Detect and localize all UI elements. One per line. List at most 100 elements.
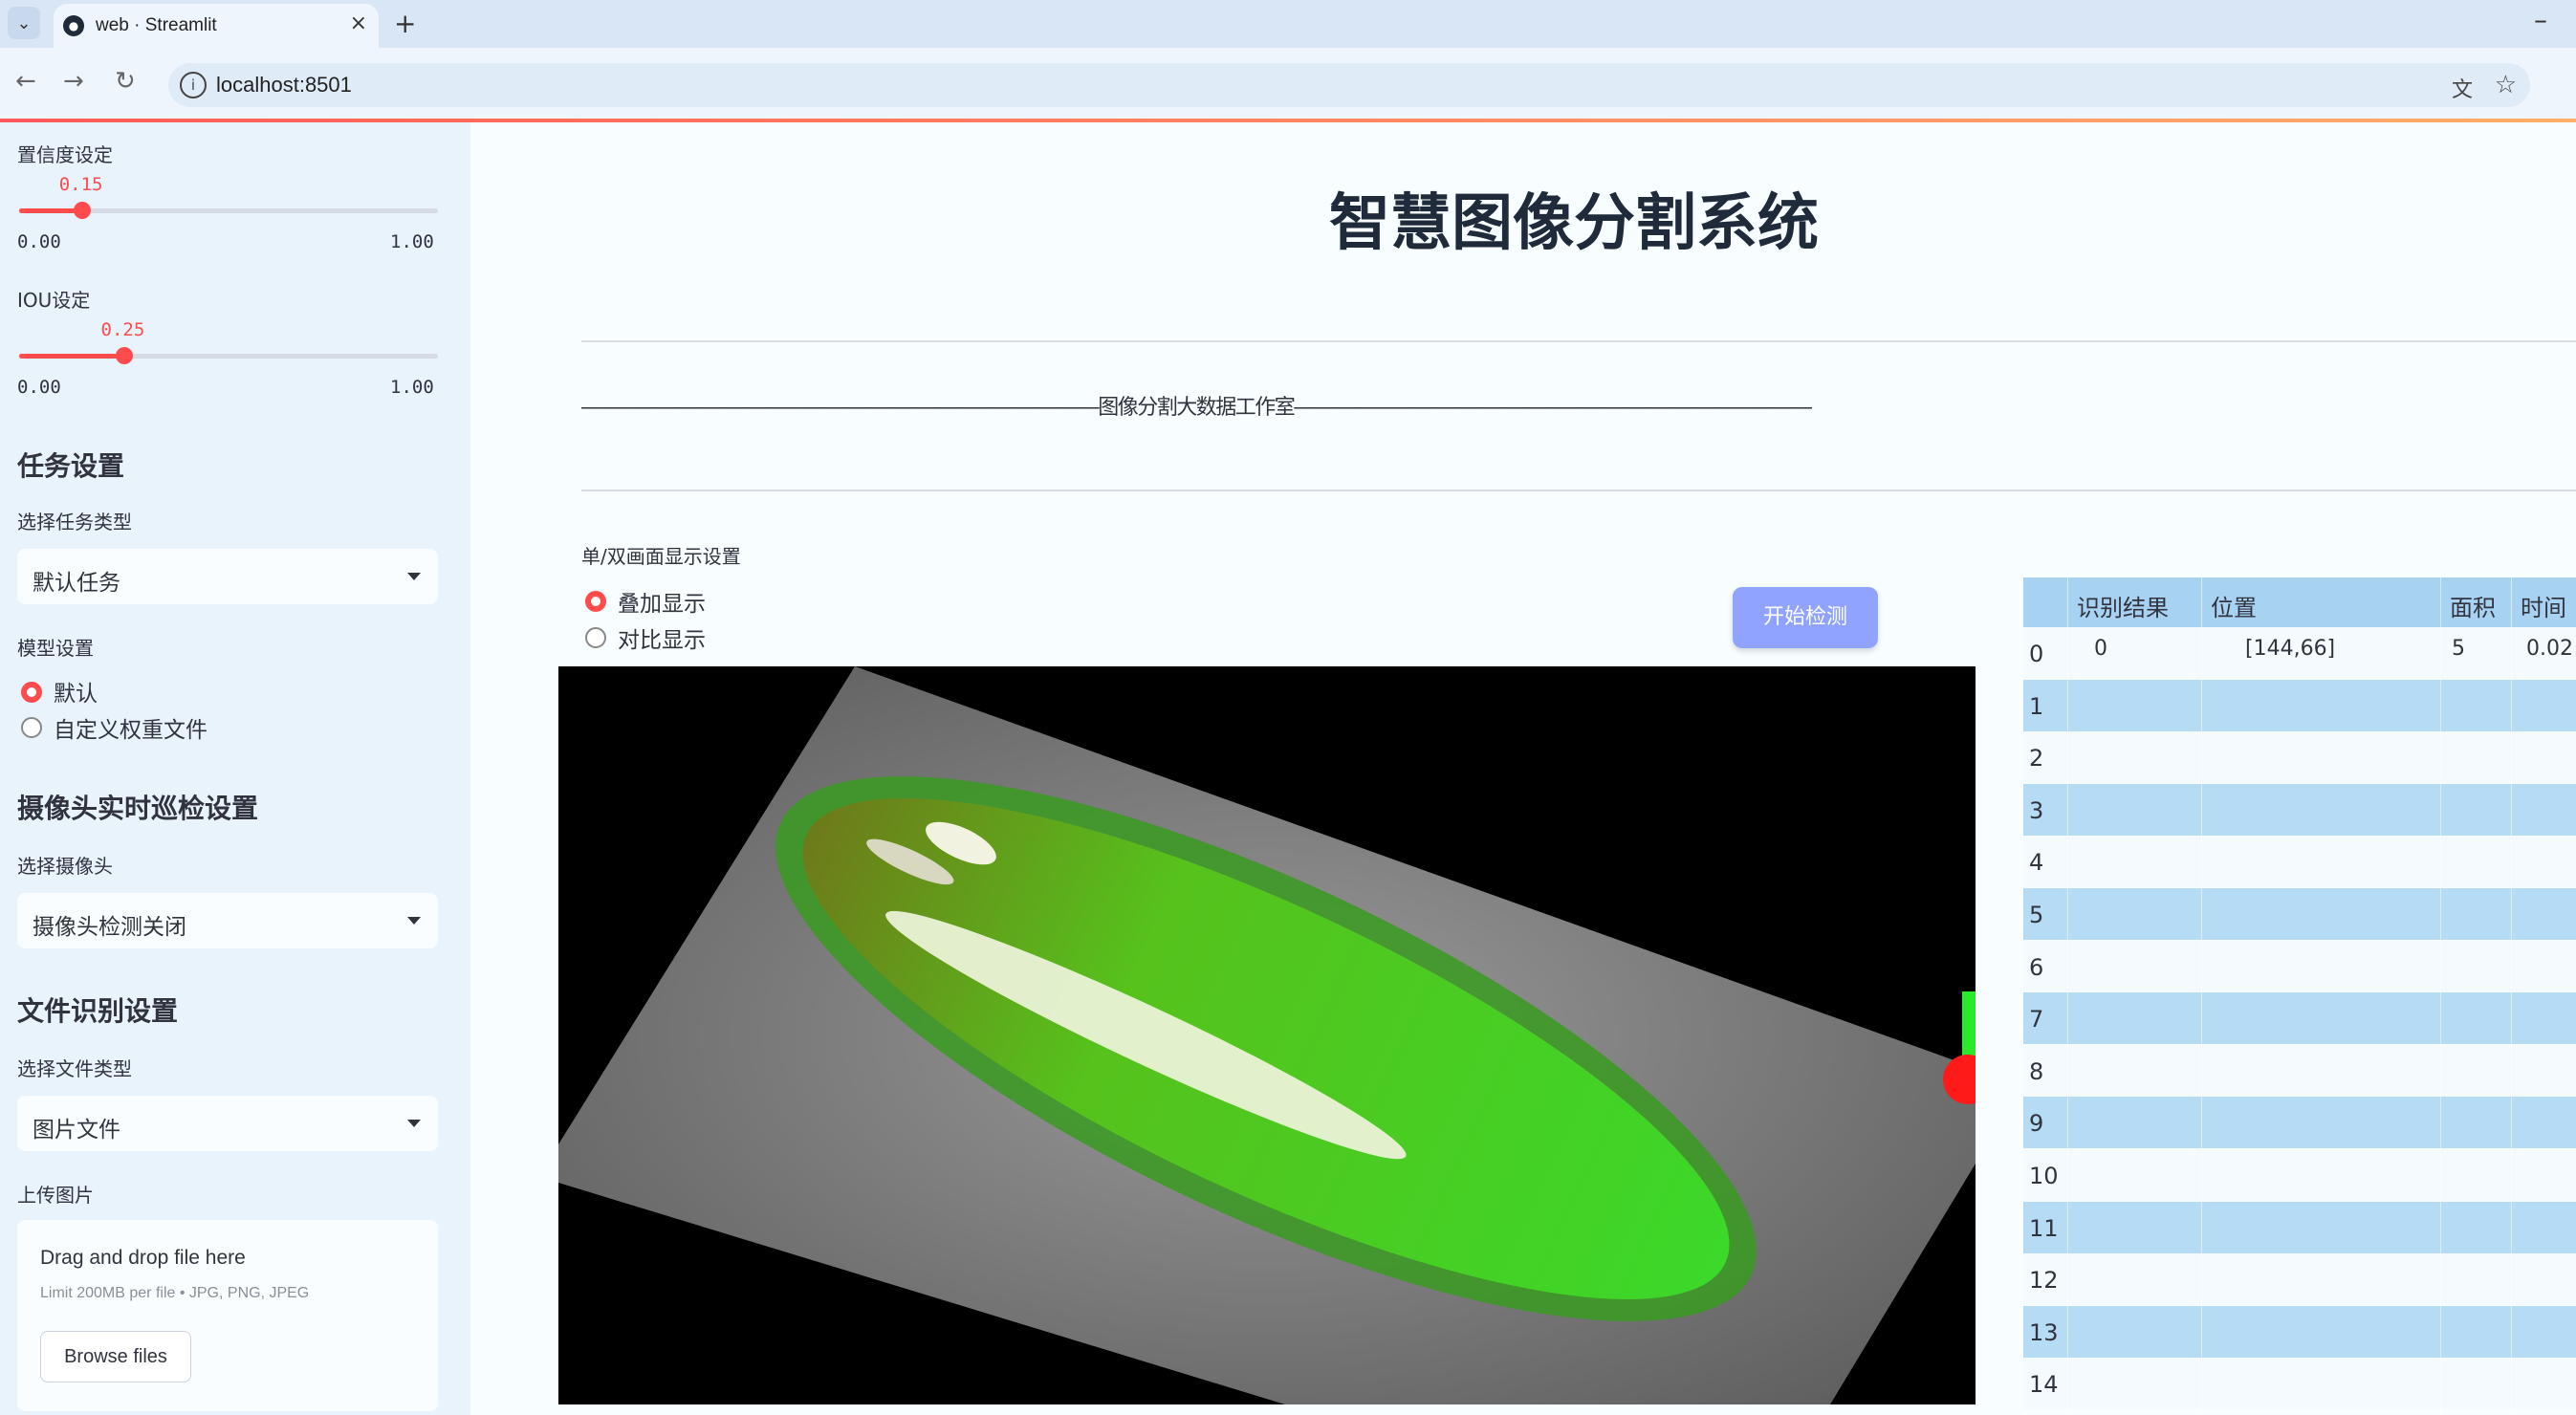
iou-slider[interactable]	[19, 347, 438, 364]
table-cell: 0	[2094, 637, 2107, 661]
back-arrow-icon[interactable]: ←	[15, 67, 36, 96]
table-row: 7	[2023, 992, 2576, 1045]
minimize-icon[interactable]: –	[2534, 4, 2547, 35]
iou-slider-value: 0.25	[100, 319, 145, 340]
upload-dropzone-title: Drag and drop file here	[40, 1247, 246, 1269]
conf-slider-thumb[interactable]	[73, 202, 91, 219]
table-cell: 0.02	[2526, 637, 2573, 661]
browser-toolbar: ← → ↻ i localhost:8501 文 ☆	[0, 48, 2576, 120]
table-row: 5	[2023, 888, 2576, 940]
table-row: 13	[2023, 1305, 2576, 1358]
table-row: 11	[2023, 1201, 2576, 1253]
display-radio-compare-label[interactable]: 对比显示	[618, 621, 706, 654]
chevron-down-icon	[407, 917, 421, 925]
row-index: 7	[2029, 1006, 2044, 1034]
file-type-value: 图片文件	[33, 1118, 120, 1143]
row-index: 8	[2029, 1057, 2044, 1085]
file-uploader-dropzone[interactable]: Drag and drop file here Limit 200MB per …	[17, 1220, 438, 1411]
conf-slider-label: 置信度设定	[17, 143, 113, 166]
table-cell: [144,66]	[2245, 637, 2336, 661]
iou-slider-fill	[19, 354, 124, 359]
row-index: 12	[2029, 1267, 2059, 1295]
table-row: 8	[2023, 1044, 2576, 1097]
model-radio-custom-label[interactable]: 自定义权重文件	[54, 711, 207, 744]
row-index: 2	[2029, 745, 2044, 773]
row-index: 5	[2029, 902, 2044, 928]
conf-slider-max: 1.00	[390, 231, 434, 252]
file-settings-heading: 文件识别设置	[17, 995, 179, 1027]
task-type-select[interactable]: 默认任务	[17, 549, 438, 604]
tab-search-button[interactable]: ⌄	[8, 7, 40, 39]
browser-tab-strip: ⌄ ● web · Streamlit × + –	[0, 0, 2576, 48]
display-radio-overlay[interactable]	[585, 591, 606, 612]
camera-select-value: 摄像头检测关闭	[33, 915, 186, 940]
new-tab-plus-icon[interactable]: +	[394, 8, 416, 39]
camera-select[interactable]: 摄像头检测关闭	[17, 893, 438, 948]
table-header-result[interactable]: 识别结果	[2077, 589, 2169, 622]
start-detection-button[interactable]: 开始检测	[1733, 587, 1878, 648]
upload-label: 上传图片	[17, 1184, 94, 1207]
conf-slider-value: 0.15	[58, 174, 103, 195]
file-type-label: 选择文件类型	[17, 1057, 132, 1080]
task-type-value: 默认任务	[33, 571, 120, 596]
row-index: 11	[2029, 1214, 2059, 1242]
bookmark-star-icon[interactable]: ☆	[2495, 71, 2517, 99]
reload-icon[interactable]: ↻	[115, 67, 136, 96]
row-index: 0	[2029, 641, 2044, 667]
display-radio-compare[interactable]	[585, 627, 606, 648]
upload-limit-text: Limit 200MB per file • JPG, PNG, JPEG	[40, 1285, 310, 1301]
translate-icon[interactable]: 文	[2452, 73, 2473, 103]
url-text[interactable]: localhost:8501	[216, 73, 352, 98]
divider	[581, 490, 2576, 491]
tab-title: web · Streamlit	[96, 15, 217, 35]
table-row: 12	[2023, 1253, 2576, 1306]
camera-settings-heading: 摄像头实时巡检设置	[17, 793, 259, 824]
iou-slider-label: IOU设定	[17, 289, 91, 312]
table-header-area[interactable]: 面积	[2450, 589, 2496, 622]
model-radio-default-label[interactable]: 默认	[54, 675, 98, 708]
conf-slider-fill	[19, 208, 82, 213]
file-type-select[interactable]: 图片文件	[17, 1096, 438, 1151]
model-radio-custom[interactable]	[21, 717, 42, 738]
row-index: 6	[2029, 953, 2044, 981]
studio-banner: ————————————————————————————————————————…	[581, 396, 1812, 420]
model-settings-label: 模型设置	[17, 637, 94, 660]
display-radio-overlay-label[interactable]: 叠加显示	[618, 585, 706, 618]
table-row: 9	[2023, 1097, 2576, 1149]
forward-arrow-icon[interactable]: →	[63, 67, 84, 96]
conf-slider-min: 0.00	[17, 231, 61, 252]
address-bar[interactable]: i localhost:8501 文 ☆	[168, 63, 2530, 107]
row-index: 14	[2029, 1371, 2059, 1399]
column-divider	[2201, 577, 2202, 1415]
detection-image	[558, 666, 1976, 1404]
conf-slider[interactable]	[19, 202, 438, 219]
table-row: 6	[2023, 940, 2576, 992]
browser-tab[interactable]: ● web · Streamlit ×	[54, 4, 379, 48]
table-row: 3	[2023, 783, 2576, 836]
table-row: 14	[2023, 1358, 2576, 1410]
table-row: 0 0 [144,66] 5 0.02	[2023, 627, 2576, 679]
page-title: 智慧图像分割系统	[1329, 188, 1819, 259]
column-divider	[2511, 577, 2512, 1415]
segmentation-result-image	[558, 666, 1976, 1404]
table-header-time[interactable]: 时间	[2521, 589, 2566, 622]
column-divider	[2067, 577, 2068, 1415]
table-row: 1	[2023, 679, 2576, 731]
browse-files-button[interactable]: Browse files	[40, 1331, 191, 1382]
table-header-position[interactable]: 位置	[2211, 589, 2257, 622]
chevron-down-icon	[407, 1120, 421, 1127]
chevron-down-icon: ⌄	[16, 12, 32, 33]
task-settings-heading: 任务设置	[17, 450, 125, 482]
table-cell: 5	[2452, 637, 2465, 661]
camera-select-label: 选择摄像头	[17, 855, 113, 878]
row-index: 3	[2029, 796, 2044, 824]
site-info-icon[interactable]: i	[180, 72, 207, 98]
close-icon[interactable]: ×	[350, 11, 367, 35]
iou-slider-thumb[interactable]	[115, 347, 133, 364]
table-row: 4	[2023, 836, 2576, 888]
iou-slider-min: 0.00	[17, 377, 61, 398]
model-radio-default[interactable]	[21, 682, 42, 703]
results-table: 识别结果 位置 面积 时间 0 0 [144,66] 5 0.02 1 2 3 4 5 6 7 8 9 10…	[2023, 577, 2576, 1415]
row-index: 1	[2029, 692, 2044, 720]
table-row: 10	[2023, 1149, 2576, 1201]
